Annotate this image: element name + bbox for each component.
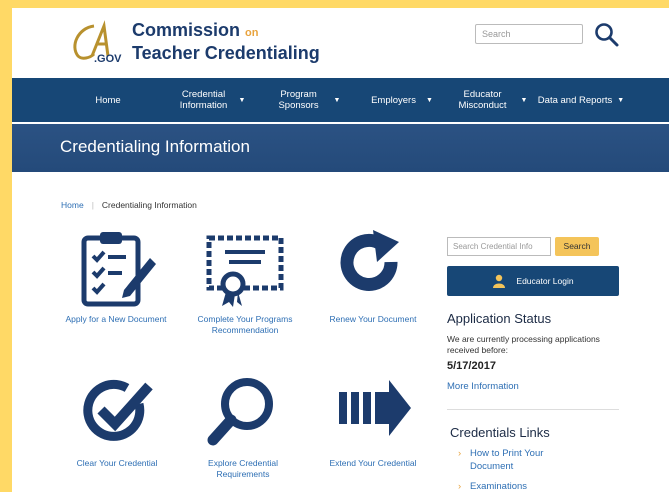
link-label: Examinations (470, 481, 528, 492)
nav-home-label: Home (95, 94, 121, 106)
site-header: .GOV Commission on Teacher Credentialing… (12, 8, 669, 76)
main-nav: Home Credential Information ▼ Program Spo… (12, 78, 669, 122)
nav-data-and-reports[interactable]: Data and Reports ▼ (536, 78, 626, 122)
tile-label: Apply for a New Document (65, 314, 167, 324)
extend-arrow-icon (339, 380, 411, 436)
nav-home[interactable]: Home (90, 78, 126, 122)
ca-gov-logo[interactable]: .GOV (68, 20, 128, 64)
search-icon[interactable] (594, 22, 620, 48)
tile-renew-document[interactable]: Renew Your Document (318, 228, 428, 325)
org-name: Commission on Teacher Credentialing (132, 20, 320, 63)
page-banner: Credentialing Information (12, 124, 669, 172)
educator-login-label: Educator Login (516, 276, 574, 286)
tile-explore-credential-requirements[interactable]: Explore Credential Requirements (188, 374, 298, 480)
user-icon (493, 274, 506, 288)
nav-employers[interactable]: Employers ▼ (362, 78, 442, 122)
clipboard-checklist-icon (81, 232, 156, 307)
org-on: on (245, 27, 259, 39)
org-line2: Teacher Credentialing (132, 43, 320, 63)
link-label: How to Print Your Document (470, 448, 544, 472)
link-examinations[interactable]: › Examinations (458, 480, 528, 492)
caret-down-icon: ▼ (333, 96, 341, 104)
nav-credential-information-label: Credential Information (179, 89, 228, 111)
link-how-to-print-document[interactable]: › How to Print Your Document (458, 447, 580, 473)
breadcrumb-home[interactable]: Home (61, 200, 84, 210)
application-status-title: Application Status (447, 311, 552, 326)
tile-label: Extend Your Credential (329, 458, 417, 468)
chevron-right-icon: › (458, 481, 462, 492)
nav-data-and-reports-label: Data and Reports (537, 94, 613, 106)
nav-employers-label: Employers (371, 94, 416, 106)
credential-search-button[interactable]: Search (555, 237, 599, 256)
educator-login-button[interactable]: Educator Login (447, 266, 619, 296)
nav-program-sponsors[interactable]: Program Sponsors ▼ (267, 78, 347, 122)
nav-educator-misconduct-label: Educator Misconduct (458, 89, 507, 111)
more-information-link[interactable]: More Information (447, 381, 519, 392)
page: .GOV Commission on Teacher Credentialing… (12, 8, 669, 492)
svg-text:.GOV: .GOV (94, 53, 122, 64)
tile-label: Clear Your Credential (76, 458, 158, 468)
nav-credential-information[interactable]: Credential Information ▼ (172, 78, 252, 122)
credential-search-input[interactable]: Search Credential Info (447, 237, 551, 256)
magnifier-icon (207, 378, 273, 446)
nav-educator-misconduct[interactable]: Educator Misconduct ▼ (450, 78, 532, 122)
tile-extend-credential[interactable]: Extend Your Credential (318, 374, 428, 469)
tile-apply-new-document[interactable]: Apply for a New Document (56, 228, 176, 325)
breadcrumb-separator: | (91, 200, 94, 210)
caret-down-icon: ▼ (425, 96, 433, 104)
application-status-date: 5/17/2017 (447, 360, 496, 372)
certificate-icon (206, 235, 284, 307)
tile-label: Renew Your Document (329, 314, 417, 324)
caret-down-icon: ▼ (520, 96, 528, 104)
tile-label: Explore Credential Requirements (208, 458, 278, 479)
caret-down-icon: ▼ (238, 96, 246, 104)
page-title: Credentialing Information (60, 137, 250, 156)
breadcrumb-current: Credentialing Information (101, 200, 197, 210)
tile-complete-programs-recommendation[interactable]: Complete Your Programs Recommendation (180, 228, 310, 336)
tile-clear-credential[interactable]: Clear Your Credential (62, 374, 172, 469)
header-search-input[interactable]: Search (475, 24, 583, 44)
check-circle-icon (83, 379, 153, 441)
org-line1: Commission (132, 20, 241, 40)
renew-arrow-icon (340, 230, 399, 291)
breadcrumb: Home | Credentialing Information (61, 200, 197, 210)
sidebar-divider (447, 409, 619, 410)
nav-program-sponsors-label: Program Sponsors (278, 89, 319, 111)
caret-down-icon: ▼ (617, 96, 625, 104)
credentials-links-title: Credentials Links (450, 425, 550, 440)
chevron-right-icon: › (458, 448, 462, 459)
tile-label: Complete Your Programs Recommendation (197, 314, 293, 335)
application-status-text: We are currently processing applications… (447, 334, 600, 355)
